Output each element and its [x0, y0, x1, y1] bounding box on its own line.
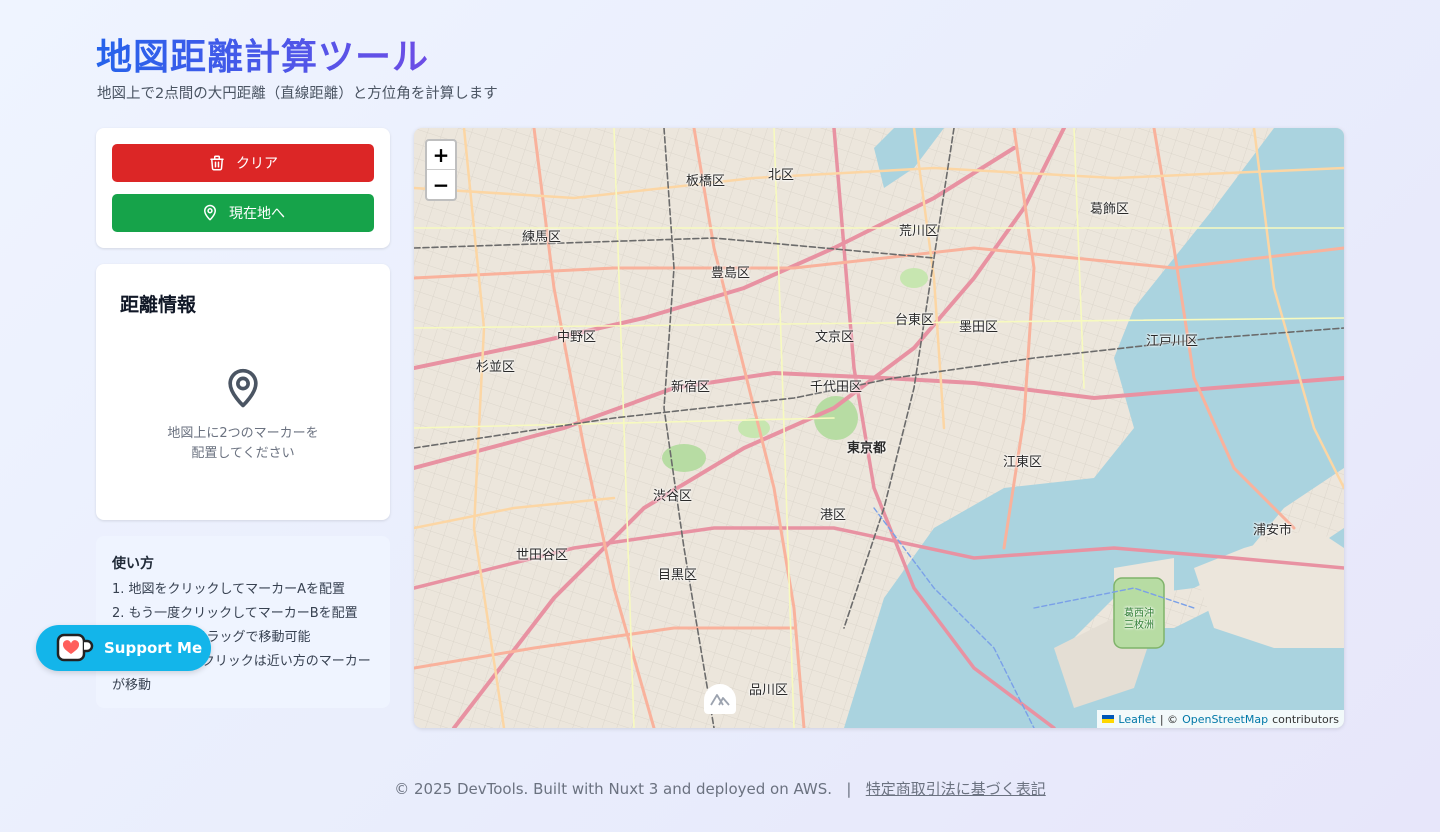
attribution-contributors: contributors [1272, 712, 1339, 726]
map-label-koto: 江東区 [1003, 455, 1043, 470]
openstreetmap-link[interactable]: OpenStreetMap [1182, 713, 1268, 726]
zoom-out-button[interactable]: − [427, 170, 455, 199]
map-label-toshima: 豊島区 [711, 266, 751, 281]
distance-info-empty-message: 地図上に2つのマーカーを 配置してください [96, 424, 390, 464]
howto-step: 2. もう一度クリックしてマーカーBを配置 [112, 606, 358, 621]
footer: © 2025 DevTools. Built with Nuxt 3 and d… [0, 778, 1440, 799]
nuxt-logo-icon [710, 694, 730, 706]
map-tiles[interactable] [414, 128, 1344, 728]
map-label-arakawa: 荒川区 [899, 224, 939, 239]
map-label-kita: 北区 [768, 168, 795, 183]
map-label-edogawa: 江戸川区 [1146, 334, 1199, 349]
clear-button-label: クリア [236, 156, 278, 172]
location-pin-icon [228, 368, 258, 408]
location-pin-icon [204, 204, 216, 221]
ukraine-flag-icon [1102, 715, 1115, 723]
trash-icon [210, 155, 224, 171]
map-label-urayasu: 浦安市 [1253, 523, 1293, 538]
map-label-nakano: 中野区 [557, 330, 597, 345]
zoom-in-button[interactable]: + [427, 141, 455, 170]
empty-message-line1: 地図上に2つのマーカーを [167, 426, 319, 441]
support-me-label: Support Me [104, 639, 203, 657]
howto-title: 使い方 [112, 556, 154, 572]
map-label-setagaya: 世田谷区 [516, 548, 569, 563]
page-subtitle: 地図上で2点間の大円距離（直線距離）と方位角を計算します [97, 86, 498, 102]
locate-button[interactable]: 現在地へ [112, 194, 374, 232]
map-attribution: Leaflet | © OpenStreetMap contributors [1097, 710, 1344, 728]
leaflet-link[interactable]: Leaflet [1118, 713, 1155, 726]
map-label-katsushika: 葛飾区 [1090, 202, 1130, 217]
map-label-bunkyo: 文京区 [815, 330, 855, 345]
nuxt-devtools-icon[interactable] [704, 684, 736, 714]
zoom-control: + − [425, 139, 457, 201]
distance-info-card: 距離情報 地図上に2つのマーカーを 配置してください [96, 264, 390, 520]
map-label-itabashi: 板橋区 [686, 174, 726, 189]
map-label-minato: 港区 [820, 508, 847, 523]
footer-copyright: © 2025 DevTools. Built with Nuxt 3 and d… [394, 780, 833, 798]
distance-info-title: 距離情報 [120, 294, 197, 316]
attribution-separator: | © [1159, 712, 1179, 726]
map-label-suginami: 杉並区 [476, 360, 516, 375]
locate-button-label: 現在地へ [229, 206, 285, 222]
legal-notice-link[interactable]: 特定商取引法に基づく表記 [866, 780, 1046, 798]
empty-message-line2: 配置してください [191, 446, 295, 461]
map-label-kasai: 葛西沖三枚洲 [1124, 608, 1154, 631]
map-label-shibuya: 渋谷区 [653, 489, 693, 504]
footer-separator: | [846, 780, 852, 798]
support-me-button[interactable]: Support Me [36, 625, 211, 671]
actions-card: クリア 現在地へ [96, 128, 390, 248]
map-label-shinagawa: 品川区 [749, 683, 789, 698]
map-label-nerima: 練馬区 [522, 230, 562, 245]
map-label-meguro: 目黒区 [658, 568, 698, 583]
howto-card: 使い方 1. 地図をクリックしてマーカーAを配置 2. もう一度クリックしてマー… [96, 536, 390, 708]
page-title: 地図距離計算ツール [96, 28, 429, 80]
map-label-taito: 台東区 [895, 313, 935, 328]
map[interactable]: + − 板橋区 北区 練馬区 荒川区 葛飾区 豊島区 台東区 墨田区 中野区 文… [414, 128, 1344, 728]
map-label-sumida: 墨田区 [959, 320, 999, 335]
kofi-cup-icon [56, 633, 94, 662]
map-label-shinjuku: 新宿区 [671, 380, 711, 395]
map-label-tokyo: 東京都 [847, 441, 887, 456]
map-label-chiyoda: 千代田区 [810, 380, 863, 395]
clear-button[interactable]: クリア [112, 144, 374, 182]
howto-step: 1. 地図をクリックしてマーカーAを配置 [112, 582, 346, 597]
